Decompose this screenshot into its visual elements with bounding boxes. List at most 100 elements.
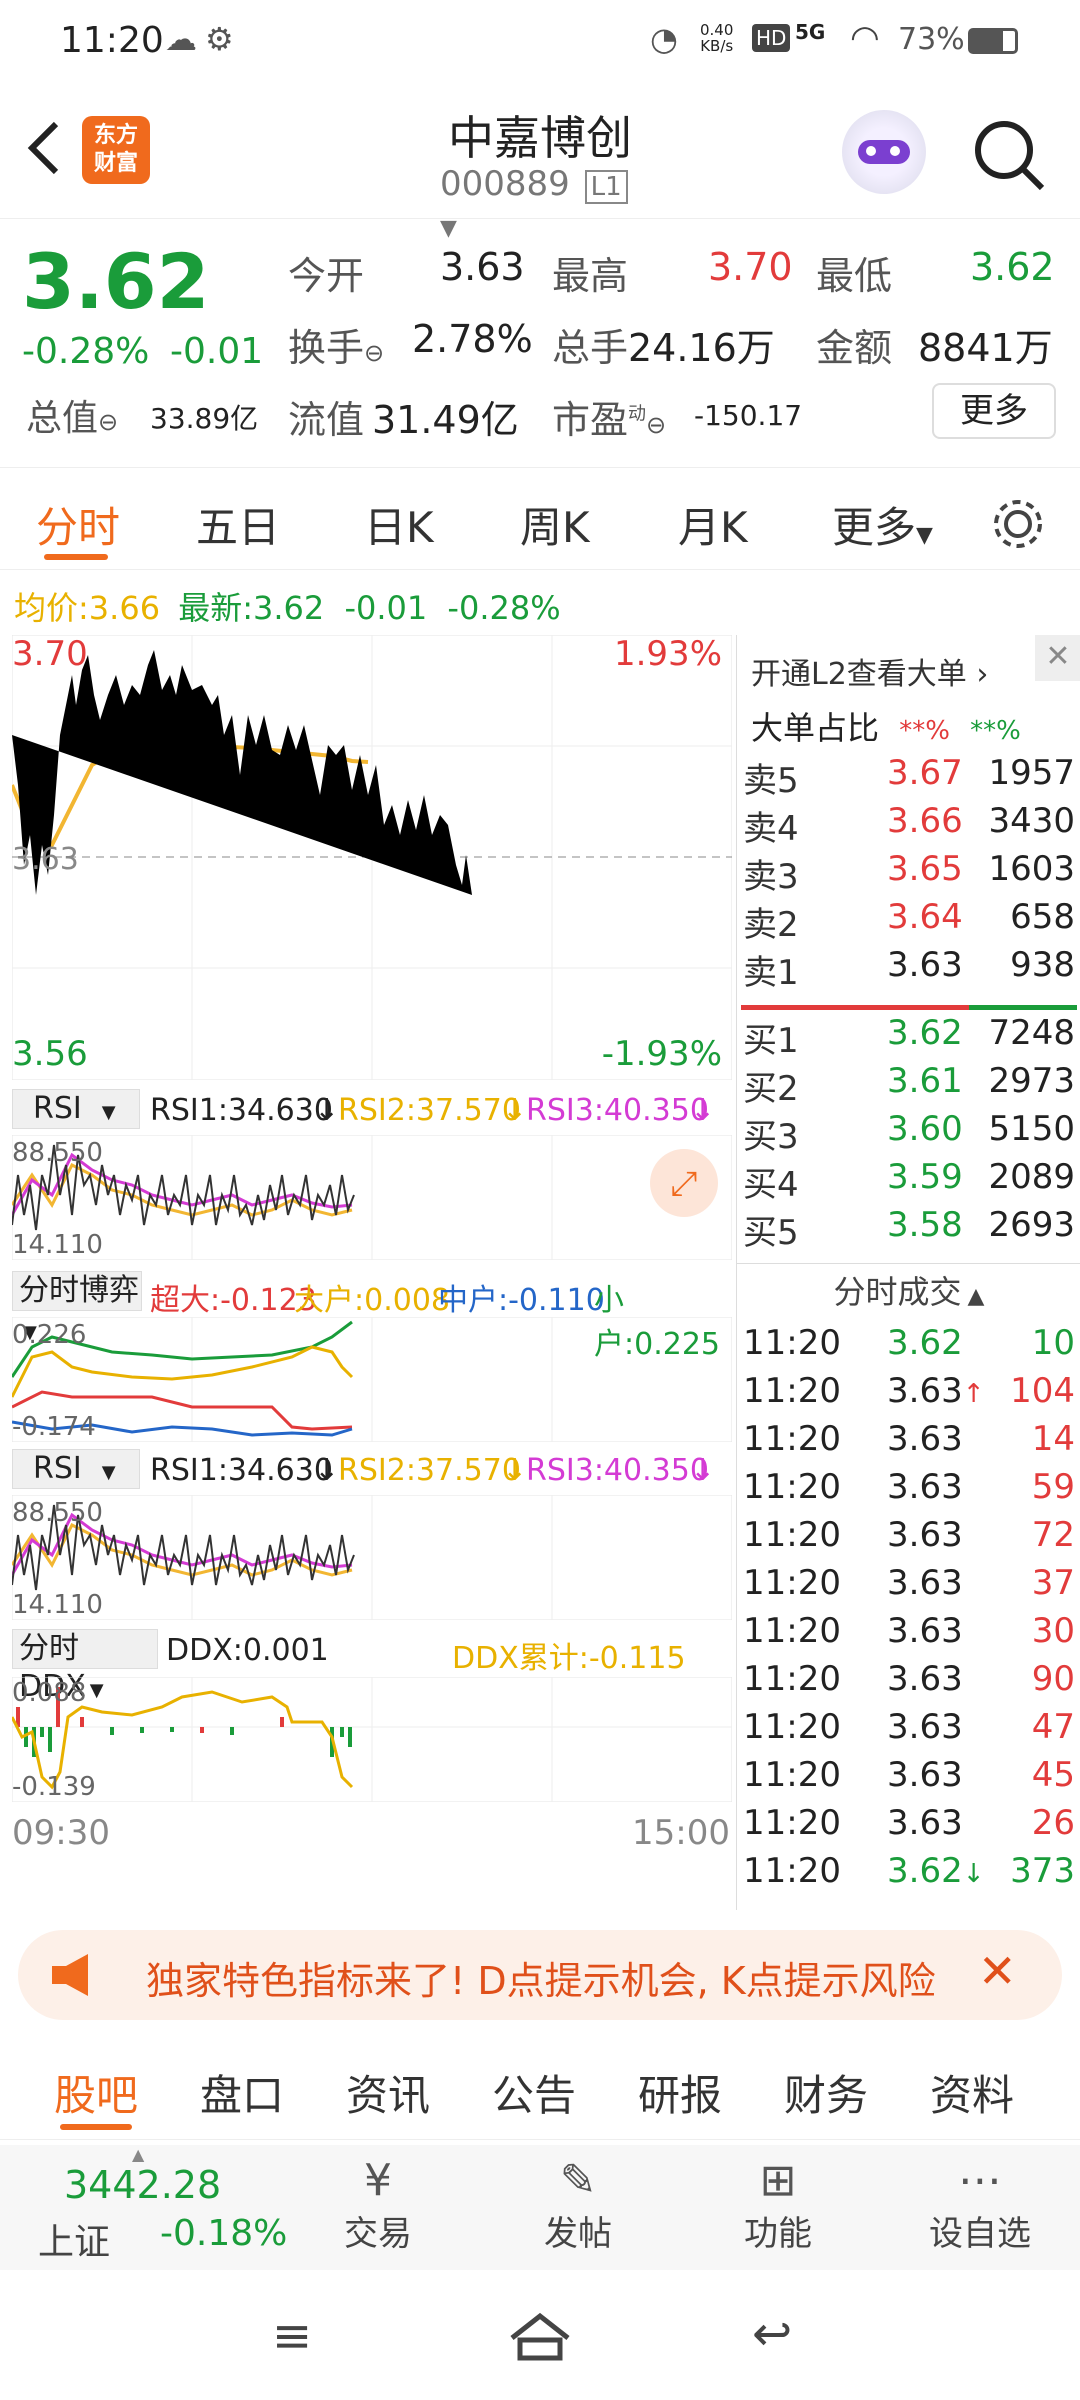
rsi-chart-1[interactable]: 88.550 14.110 ⤢ xyxy=(12,1135,732,1260)
row-price: 3.67 xyxy=(887,753,963,793)
robot-assistant-icon[interactable] xyxy=(842,110,926,194)
price-mid: 3.63 xyxy=(12,842,79,877)
speedometer-icon: ◔ xyxy=(650,20,678,58)
row-volume: 1957 xyxy=(988,753,1075,793)
close-icon[interactable]: ✕ xyxy=(1035,635,1080,681)
tab-intraday[interactable]: 分时 xyxy=(36,494,120,555)
tab-guba[interactable]: 股吧 xyxy=(54,2062,138,2123)
tab-research[interactable]: 研报 xyxy=(638,2062,722,2123)
time-start: 09:30 xyxy=(12,1813,110,1853)
rsi-select[interactable]: RSI ▼ xyxy=(12,1089,140,1129)
trade-row: 11:20 3.63 37 xyxy=(743,1563,1075,1603)
promo-banner[interactable]: 独家特色指标来了! D点提示机会, K点提示风险 ✕ xyxy=(18,1930,1062,2020)
tab-pankou[interactable]: 盘口 xyxy=(200,2062,284,2123)
system-nav-bar: ≡ ↩ xyxy=(0,2270,1080,2400)
trade-row: 11:20 3.62↓ 373 xyxy=(743,1851,1075,1891)
row-price: 3.63 xyxy=(887,945,963,985)
ddx-max: 0.088 xyxy=(12,1678,86,1708)
l2-upsell-link[interactable]: 开通L2查看大单 › xyxy=(751,649,988,693)
open-label: 今开 xyxy=(288,254,365,298)
back-icon[interactable]: ↩ xyxy=(752,2306,792,2362)
boyi-select[interactable]: 分时博弈▼ xyxy=(12,1271,142,1343)
trade-row: 11:20 3.63 30 xyxy=(743,1611,1075,1651)
tab-weekly-k[interactable]: 周K xyxy=(520,494,590,555)
boyi-header: 分时博弈▼ 超大:-0.123 大户:0.008 中户:-0.110 小户:0.… xyxy=(12,1265,732,1362)
sell-order-row: 卖2 3.64 658 xyxy=(737,897,1080,945)
trades-header[interactable]: 分时成交 ▲ xyxy=(737,1263,1080,1319)
row-label: 买3 xyxy=(743,1117,799,1157)
change-amount: -0.01 xyxy=(170,331,264,372)
tab-monthly-k[interactable]: 月K xyxy=(678,494,748,555)
index-widget[interactable]: ▲ 3442.28 上证 -0.18% xyxy=(20,2145,290,2270)
sell-order-row: 卖5 3.67 1957 xyxy=(737,753,1080,801)
ddx-select[interactable]: 分时DDX ▼ xyxy=(12,1629,158,1704)
buy-order-row: 买3 3.60 5150 xyxy=(737,1109,1080,1157)
trade-row: 11:20 3.63 45 xyxy=(743,1755,1075,1795)
float-label: 流值 xyxy=(288,398,365,442)
tab-news[interactable]: 资讯 xyxy=(346,2062,430,2123)
order-book-panel: 开通L2查看大单 › ✕ 大单占比 **% **% 卖5 3.67 1957 卖4 3.… xyxy=(736,635,1080,1910)
add-watchlist-button[interactable]: ⋯ 设自选 xyxy=(910,2155,1050,2265)
battery-percent: 73% xyxy=(898,22,965,57)
post-button[interactable]: ✎ 发帖 xyxy=(518,2155,638,2265)
charts-left: 3.70 1.93% 3.63 3.56 -1.93% RSI ▼ RSI1:34… xyxy=(12,635,732,1910)
row-label: 买5 xyxy=(743,1213,799,1253)
rsi2-min: 14.110 xyxy=(12,1590,103,1620)
tab-five-day[interactable]: 五日 xyxy=(196,494,280,555)
info-line: 均价:3.66 最新:3.62 -0.01 -0.28% xyxy=(14,589,561,627)
row-price: 3.62 xyxy=(887,1013,963,1053)
tab-more[interactable]: 更多▼ xyxy=(832,494,933,555)
row-volume: 5150 xyxy=(988,1109,1075,1149)
menu-icon[interactable]: ≡ xyxy=(272,2308,312,2364)
trade-row: 11:20 3.63 47 xyxy=(743,1707,1075,1747)
chart-period-tabs: 分时 五日 日K 周K 月K 更多▼ xyxy=(0,470,1080,570)
trade-row: 11:20 3.62 10 xyxy=(743,1323,1075,1363)
price-min-pct: -1.93% xyxy=(602,1034,722,1074)
float-value: 31.49亿 xyxy=(372,398,519,442)
boyi-chart[interactable]: 0.226 -0.174 xyxy=(12,1317,732,1442)
price-max-pct: 1.93% xyxy=(614,635,722,674)
search-icon[interactable] xyxy=(970,116,1050,196)
network-5g: 5G xyxy=(795,20,826,44)
row-price: 3.64 xyxy=(887,897,963,937)
rsi2-select[interactable]: RSI ▼ xyxy=(12,1449,140,1489)
trade-button[interactable]: ¥ 交易 xyxy=(318,2155,438,2265)
ddx-chart[interactable]: 0.088 -0.139 xyxy=(12,1677,732,1802)
change-percent: -0.28% xyxy=(22,331,150,372)
sell-order-row: 卖4 3.66 3430 xyxy=(737,801,1080,849)
active-tab-indicator xyxy=(60,2124,132,2130)
rsi2-header: RSI ▼ RSI1:34.630 ↓ RSI2:37.570 ↓ RSI3:40.3… xyxy=(12,1443,732,1495)
row-volume: 3430 xyxy=(988,801,1075,841)
index-change: -0.18% xyxy=(160,2213,288,2254)
settings-gear-icon[interactable] xyxy=(990,496,1046,552)
sell-ratio-bar xyxy=(741,1005,969,1010)
cloud-icon: ☁ xyxy=(165,20,197,58)
tab-daily-k[interactable]: 日K xyxy=(364,494,434,555)
pe-label: 市盈动⊖ xyxy=(552,398,667,442)
function-button[interactable]: ⊞ 功能 xyxy=(718,2155,838,2265)
close-icon[interactable]: ✕ xyxy=(978,1944,1017,1998)
row-label: 买2 xyxy=(743,1069,799,1109)
hd-badge: HD xyxy=(752,24,791,52)
active-tab-indicator xyxy=(44,554,108,560)
battery-icon xyxy=(968,28,1018,54)
high-label: 最高 xyxy=(552,254,629,298)
rsi-header: RSI ▼ RSI1:34.630 ↓ RSI2:37.570 ↓ RSI3:40.3… xyxy=(12,1083,732,1135)
volume-label: 总手 xyxy=(552,326,629,370)
home-icon[interactable] xyxy=(508,2310,572,2362)
index-value: 3442.28 xyxy=(64,2163,222,2207)
open-value: 3.63 xyxy=(440,245,525,289)
price-chart[interactable]: 3.70 1.93% 3.63 3.56 -1.93% xyxy=(12,635,732,1080)
tab-announcements[interactable]: 公告 xyxy=(492,2062,576,2123)
level-badge: L1 xyxy=(584,170,628,204)
buy-order-row: 买1 3.62 7248 xyxy=(737,1013,1080,1061)
more-button[interactable]: 更多 xyxy=(932,383,1056,439)
sell-order-row: 卖3 3.65 1603 xyxy=(737,849,1080,897)
rsi-chart-2[interactable]: 88.550 14.110 xyxy=(12,1495,732,1620)
settings-gear-icon: ⚙ xyxy=(205,20,234,58)
tab-profile[interactable]: 资料 xyxy=(930,2062,1014,2123)
yen-exchange-icon: ¥ xyxy=(364,2155,392,2206)
tab-finance[interactable]: 财务 xyxy=(784,2062,868,2123)
trade-row: 11:20 3.63 26 xyxy=(743,1803,1075,1843)
trade-row: 11:20 3.63 90 xyxy=(743,1659,1075,1699)
